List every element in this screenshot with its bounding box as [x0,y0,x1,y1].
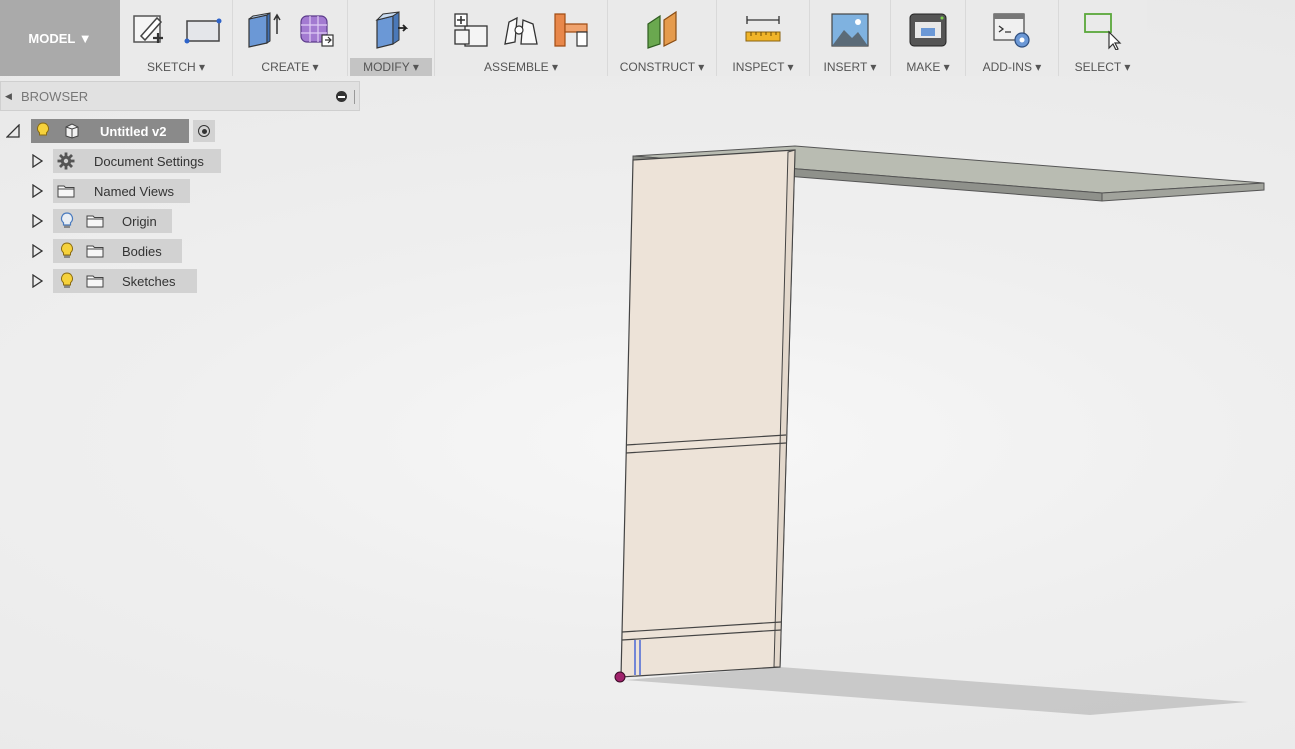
vertical-panel [620,149,796,678]
main-toolbar: MODEL ▼ SKETCH ▾ CREATE ▾ MODIFY ▾ ASSEM… [0,0,1147,76]
toolbar-group-sketch[interactable]: SKETCH ▾ [120,0,233,76]
visibility-bulb-on-icon[interactable] [60,272,74,290]
insert-menu-label: INSERT ▾ [823,60,877,74]
assemble-menu-label: ASSEMBLE ▾ [483,60,559,74]
gear-icon [57,152,75,170]
create-sketch-icon[interactable] [129,10,169,50]
minimize-panel-icon[interactable] [336,91,347,102]
construct-menu-label: CONSTRUCT ▾ [619,60,705,74]
toolbar-group-addins[interactable]: ADD-INS ▾ [966,0,1059,76]
toolbar-group-select[interactable]: SELECT ▾ [1059,0,1146,76]
visibility-bulb-on-icon[interactable] [36,122,50,140]
browser-title: BROWSER [21,88,89,104]
tree-item-label: Named Views [94,183,174,199]
activate-component-radio[interactable] [193,120,215,142]
toolbar-group-make[interactable]: MAKE ▾ [891,0,966,76]
tree-item-sketches[interactable]: Sketches [53,269,197,293]
visibility-bulb-off-icon[interactable] [60,212,74,230]
insert-image-icon[interactable] [830,10,870,50]
toolbar-group-create[interactable]: CREATE ▾ [233,0,348,76]
tree-item-bodies[interactable]: Bodies [53,239,182,263]
tree-root-node[interactable]: Untitled v2 [31,119,189,143]
visibility-bulb-on-icon[interactable] [60,242,74,260]
folder-icon [86,214,104,228]
tree-item-label: Document Settings [94,153,204,169]
toolbar-group-assemble[interactable]: ASSEMBLE ▾ [435,0,608,76]
make-menu-label: MAKE ▾ [906,60,950,74]
workspace-mode-button[interactable]: MODEL ▼ [0,0,120,76]
create-form-icon[interactable] [297,10,337,50]
origin-point[interactable] [614,671,626,683]
joint-icon[interactable] [501,10,541,50]
toolbar-group-insert[interactable]: INSERT ▾ [810,0,891,76]
tree-item-named-views[interactable]: Named Views [53,179,190,203]
component-icon [64,123,80,139]
select-menu-label: SELECT ▾ [1074,60,1131,74]
new-component-icon[interactable] [451,10,491,50]
select-icon[interactable] [1083,10,1123,50]
expand-document-settings-icon[interactable] [30,149,44,173]
root-name: Untitled v2 [100,123,167,139]
offset-plane-icon[interactable] [642,10,682,50]
browser-panel-header[interactable]: ◀ BROWSER [0,81,360,111]
expand-bodies-icon[interactable] [30,239,44,263]
sketch-menu-label: SKETCH ▾ [146,60,206,74]
extrude-icon[interactable] [243,10,283,50]
folder-icon [86,274,104,288]
modify-menu-label: MODIFY ▾ [350,58,432,76]
as-built-joint-icon[interactable] [551,10,591,50]
scripts-addins-icon[interactable] [992,10,1032,50]
inspect-menu-label: INSPECT ▾ [732,60,794,74]
create-menu-label: CREATE ▾ [261,60,319,74]
panel-grip-icon[interactable] [354,90,357,104]
tree-item-document-settings[interactable]: Document Settings [53,149,221,173]
toolbar-group-construct[interactable]: CONSTRUCT ▾ [608,0,717,76]
ground-shadow [625,667,1248,715]
toolbar-group-modify[interactable]: MODIFY ▾ [348,0,435,76]
folder-icon [86,244,104,258]
toolbar-group-inspect[interactable]: INSPECT ▾ [717,0,810,76]
rectangle-icon[interactable] [183,10,223,50]
addins-menu-label: ADD-INS ▾ [982,60,1042,74]
radio-icon [198,125,210,137]
expand-named-views-icon[interactable] [30,179,44,203]
3d-print-icon[interactable] [908,10,948,50]
expand-sketches-icon[interactable] [30,269,44,293]
tree-item-origin[interactable]: Origin [53,209,172,233]
press-pull-icon[interactable] [371,10,411,50]
tree-item-label: Sketches [122,273,176,289]
expand-root-icon[interactable] [6,119,20,143]
measure-icon[interactable] [743,10,783,50]
expand-origin-icon[interactable] [30,209,44,233]
tree-item-label: Origin [122,213,157,229]
folder-icon [57,184,75,198]
collapse-arrow-icon[interactable]: ◀ [5,91,19,102]
canvas-viewport[interactable] [0,0,1295,749]
tree-item-label: Bodies [122,243,162,259]
